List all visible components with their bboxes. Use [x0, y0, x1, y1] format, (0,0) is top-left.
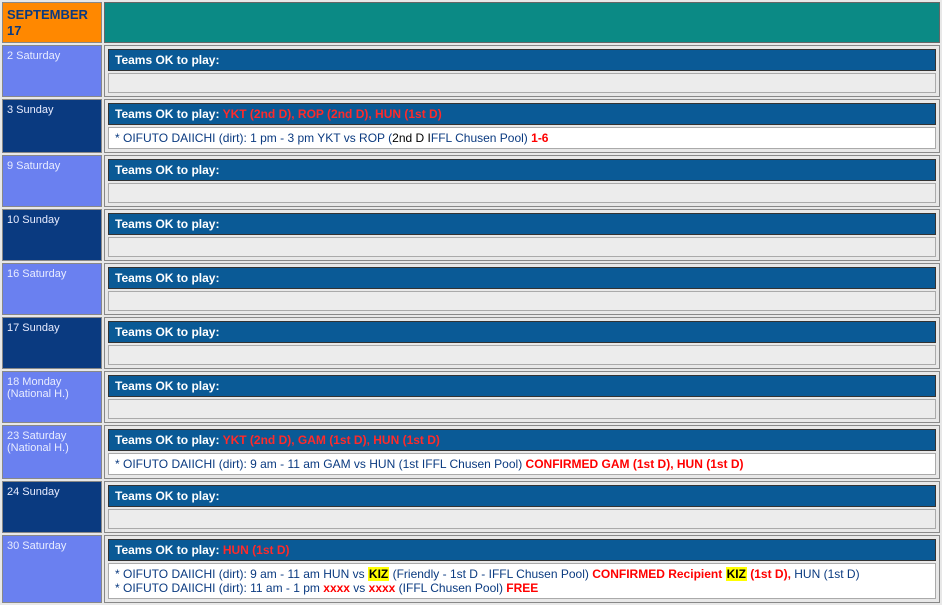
content-cell: Teams OK to play: — [104, 45, 940, 97]
date-label: 23 Saturday (National H.) — [7, 430, 97, 454]
date-label: 2 Saturday — [7, 50, 97, 62]
text-segment: * OIFUTO DAIICHI (dirt): 9 am - 11 am HU… — [115, 567, 368, 581]
text-segment: Teams OK to play: — [115, 543, 223, 557]
date-cell: 16 Saturday — [2, 263, 102, 315]
text-segment: YKT (2nd D), GAM (1st D), HUN (1st D) — [223, 433, 440, 447]
teams-ok-bar: Teams OK to play: YKT (2nd D), ROP (2nd … — [108, 103, 936, 125]
date-cell: 24 Sunday — [2, 481, 102, 533]
event-body — [108, 73, 936, 93]
text-segment: HUN (1st D) — [223, 543, 290, 557]
event-body — [108, 183, 936, 203]
teams-ok-bar: Teams OK to play: YKT (2nd D), GAM (1st … — [108, 429, 936, 451]
event-body: * OIFUTO DAIICHI (dirt): 1 pm - 3 pm YKT… — [108, 127, 936, 149]
content-cell: Teams OK to play: — [104, 209, 940, 261]
content-cell: Teams OK to play: YKT (2nd D), GAM (1st … — [104, 425, 940, 479]
content-cell: Teams OK to play: — [104, 481, 940, 533]
schedule-grid: SEPTEMBER 17 2 Saturday Teams OK to play:… — [0, 0, 942, 605]
content-cell: Teams OK to play: — [104, 371, 940, 423]
text-segment: xxxx — [323, 581, 350, 595]
text-segment: Teams OK to play: — [115, 379, 219, 393]
text-segment: 2nd D I — [392, 131, 431, 145]
event-body — [108, 291, 936, 311]
text-segment: YKT (2nd D), ROP (2nd D), HUN (1st D) — [223, 107, 442, 121]
date-cell: 10 Sunday — [2, 209, 102, 261]
text-segment: KIZ — [368, 567, 389, 581]
teams-ok-bar: Teams OK to play: HUN (1st D) — [108, 539, 936, 561]
text-segment: KIZ — [726, 567, 747, 581]
text-segment: Teams OK to play: — [115, 53, 219, 67]
text-segment: FREE — [506, 581, 538, 595]
text-segment: FFL Chusen Pool) — [431, 131, 531, 145]
text-segment: * OIFUTO DAIICHI (dirt): 9 am - 11 am GA… — [115, 457, 526, 471]
date-label: 9 Saturday — [7, 160, 97, 172]
date-label: 17 Sunday — [7, 322, 97, 334]
date-label: 30 Saturday — [7, 540, 97, 552]
date-cell: 30 Saturday — [2, 535, 102, 603]
text-segment: Teams OK to play: — [115, 433, 223, 447]
month-header: SEPTEMBER 17 — [2, 2, 102, 43]
date-cell: 17 Sunday — [2, 317, 102, 369]
event-body — [108, 237, 936, 257]
text-segment: CONFIRMED Recipient — [592, 567, 725, 581]
date-label: 16 Saturday — [7, 268, 97, 280]
date-cell: 23 Saturday (National H.) — [2, 425, 102, 479]
date-cell: 3 Sunday — [2, 99, 102, 153]
text-segment: Teams OK to play: — [115, 217, 219, 231]
month-header-spacer — [104, 2, 940, 43]
content-cell: Teams OK to play: YKT (2nd D), ROP (2nd … — [104, 99, 940, 153]
text-segment: Teams OK to play: — [115, 107, 223, 121]
teams-ok-bar: Teams OK to play: — [108, 321, 936, 343]
date-cell: 9 Saturday — [2, 155, 102, 207]
text-segment: Teams OK to play: — [115, 489, 219, 503]
content-cell: Teams OK to play: — [104, 263, 940, 315]
teams-ok-bar: Teams OK to play: — [108, 375, 936, 397]
content-cell: Teams OK to play: — [104, 317, 940, 369]
date-cell: 18 Monday (National H.) — [2, 371, 102, 423]
event-body — [108, 345, 936, 365]
content-cell: Teams OK to play: HUN (1st D) * OIFUTO DA… — [104, 535, 940, 603]
date-label: 24 Sunday — [7, 486, 97, 498]
date-label: 3 Sunday — [7, 104, 97, 116]
event-body: * OIFUTO DAIICHI (dirt): 9 am - 11 am HU… — [108, 563, 936, 599]
content-cell: Teams OK to play: — [104, 155, 940, 207]
text-segment: xxxx — [369, 581, 396, 595]
teams-ok-bar: Teams OK to play: — [108, 49, 936, 71]
teams-ok-bar: Teams OK to play: — [108, 267, 936, 289]
text-segment: * OIFUTO DAIICHI (dirt): 1 pm - 3 pm YKT… — [115, 131, 392, 145]
event-body — [108, 399, 936, 419]
text-segment: HUN (1st D) — [794, 567, 859, 581]
text-segment: Teams OK to play: — [115, 271, 219, 285]
text-segment: (1st D), — [747, 567, 794, 581]
text-segment: (Friendly - 1st D - IFFL Chusen Pool) — [389, 567, 592, 581]
text-segment: vs — [350, 581, 369, 595]
event-body — [108, 509, 936, 529]
date-cell: 2 Saturday — [2, 45, 102, 97]
teams-ok-bar: Teams OK to play: — [108, 159, 936, 181]
teams-ok-bar: Teams OK to play: — [108, 485, 936, 507]
text-segment: (IFFL Chusen Pool) — [395, 581, 506, 595]
teams-ok-bar: Teams OK to play: — [108, 213, 936, 235]
text-segment: CONFIRMED GAM (1st D), HUN (1st D) — [526, 457, 744, 471]
event-body: * OIFUTO DAIICHI (dirt): 9 am - 11 am GA… — [108, 453, 936, 475]
text-segment: * OIFUTO DAIICHI (dirt): 11 am - 1 pm — [115, 581, 323, 595]
date-label: 10 Sunday — [7, 214, 97, 226]
text-segment: Teams OK to play: — [115, 325, 219, 339]
text-segment: Teams OK to play: — [115, 163, 219, 177]
date-label: 18 Monday (National H.) — [7, 376, 97, 400]
text-segment: 1-6 — [531, 131, 548, 145]
